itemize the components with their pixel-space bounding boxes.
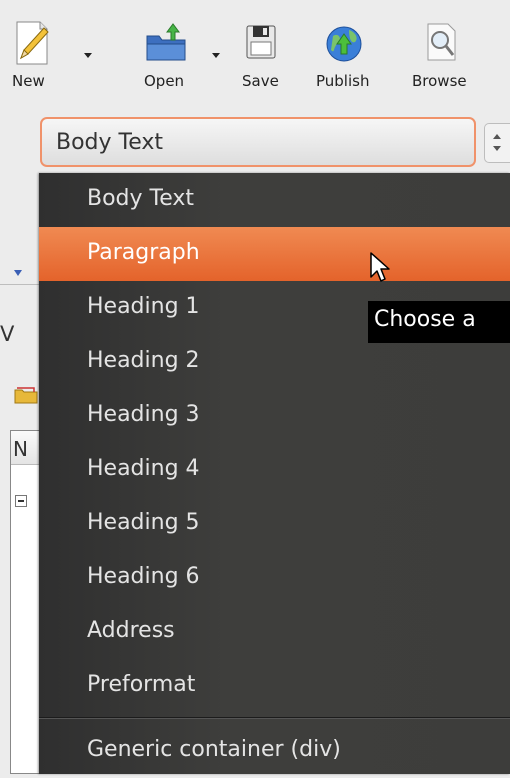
- folder-open-icon: [146, 23, 186, 61]
- panel-collapse-arrow-icon[interactable]: [14, 270, 22, 276]
- option-label: Heading 5: [87, 510, 200, 535]
- format-option-heading-3[interactable]: Heading 3: [39, 389, 510, 443]
- new-button[interactable]: [10, 14, 54, 66]
- tooltip: Choose a: [368, 301, 510, 343]
- format-option-paragraph[interactable]: Paragraph: [39, 227, 510, 281]
- option-label: Preformat: [87, 672, 196, 697]
- panel-divider: [0, 284, 40, 285]
- open-dropdown-arrow-icon[interactable]: [212, 53, 220, 58]
- open-label: Open: [144, 72, 185, 90]
- option-label: Paragraph: [87, 240, 200, 265]
- new-dropdown-arrow-icon[interactable]: [84, 53, 92, 58]
- toolbar: New Open Save Publish Browse: [0, 0, 510, 105]
- open-button[interactable]: [142, 14, 190, 66]
- option-label: Generic container (div): [87, 737, 341, 762]
- format-option-heading-4[interactable]: Heading 4: [39, 443, 510, 497]
- format-option-preformat[interactable]: Preformat: [39, 659, 510, 713]
- option-label: Heading 1: [87, 294, 200, 319]
- option-label: Heading 6: [87, 564, 200, 589]
- save-button[interactable]: [240, 14, 280, 66]
- format-dropdown-menu: Body Text Paragraph Heading 1 Heading 2 …: [39, 173, 510, 774]
- menu-separator-highlight: [39, 718, 510, 719]
- magnifier-page-icon: [427, 23, 456, 61]
- chevron-up-icon: [493, 134, 501, 139]
- floppy-disk-icon: [246, 25, 276, 59]
- tree-column-header-label: N: [13, 437, 28, 461]
- save-label: Save: [242, 72, 279, 90]
- publish-label: Publish: [316, 72, 370, 90]
- format-option-heading-6[interactable]: Heading 6: [39, 551, 510, 605]
- format-option-heading-5[interactable]: Heading 5: [39, 497, 510, 551]
- format-select-value: Body Text: [56, 130, 164, 155]
- publish-button[interactable]: [320, 14, 368, 66]
- globe-publish-icon: [326, 26, 362, 62]
- folder-icon[interactable]: [14, 386, 38, 404]
- format-option-body-text[interactable]: Body Text: [39, 173, 510, 227]
- tooltip-text: Choose a: [374, 307, 476, 332]
- format-option-heading-2[interactable]: Heading 2: [39, 335, 510, 389]
- format-spinner[interactable]: [484, 123, 510, 163]
- option-label: Heading 2: [87, 348, 200, 373]
- format-option-address[interactable]: Address: [39, 605, 510, 659]
- browse-label: Browse: [412, 72, 467, 90]
- pencil-page-icon: [16, 21, 49, 65]
- mouse-pointer-icon: [370, 252, 390, 282]
- tree-collapse-icon[interactable]: [15, 495, 27, 507]
- site-tree-list[interactable]: N: [10, 430, 41, 774]
- panel-heading-fragment: V: [0, 322, 15, 346]
- option-label: Body Text: [87, 186, 195, 211]
- option-label: Heading 4: [87, 456, 200, 481]
- new-label: New: [12, 72, 45, 90]
- format-option-generic-container[interactable]: Generic container (div): [39, 724, 510, 778]
- chevron-down-icon: [493, 146, 501, 151]
- browse-button[interactable]: [420, 14, 464, 66]
- option-label: Heading 3: [87, 402, 200, 427]
- paragraph-format-select[interactable]: Body Text: [40, 117, 476, 167]
- tree-column-header[interactable]: N: [11, 431, 41, 465]
- option-label: Address: [87, 618, 175, 643]
